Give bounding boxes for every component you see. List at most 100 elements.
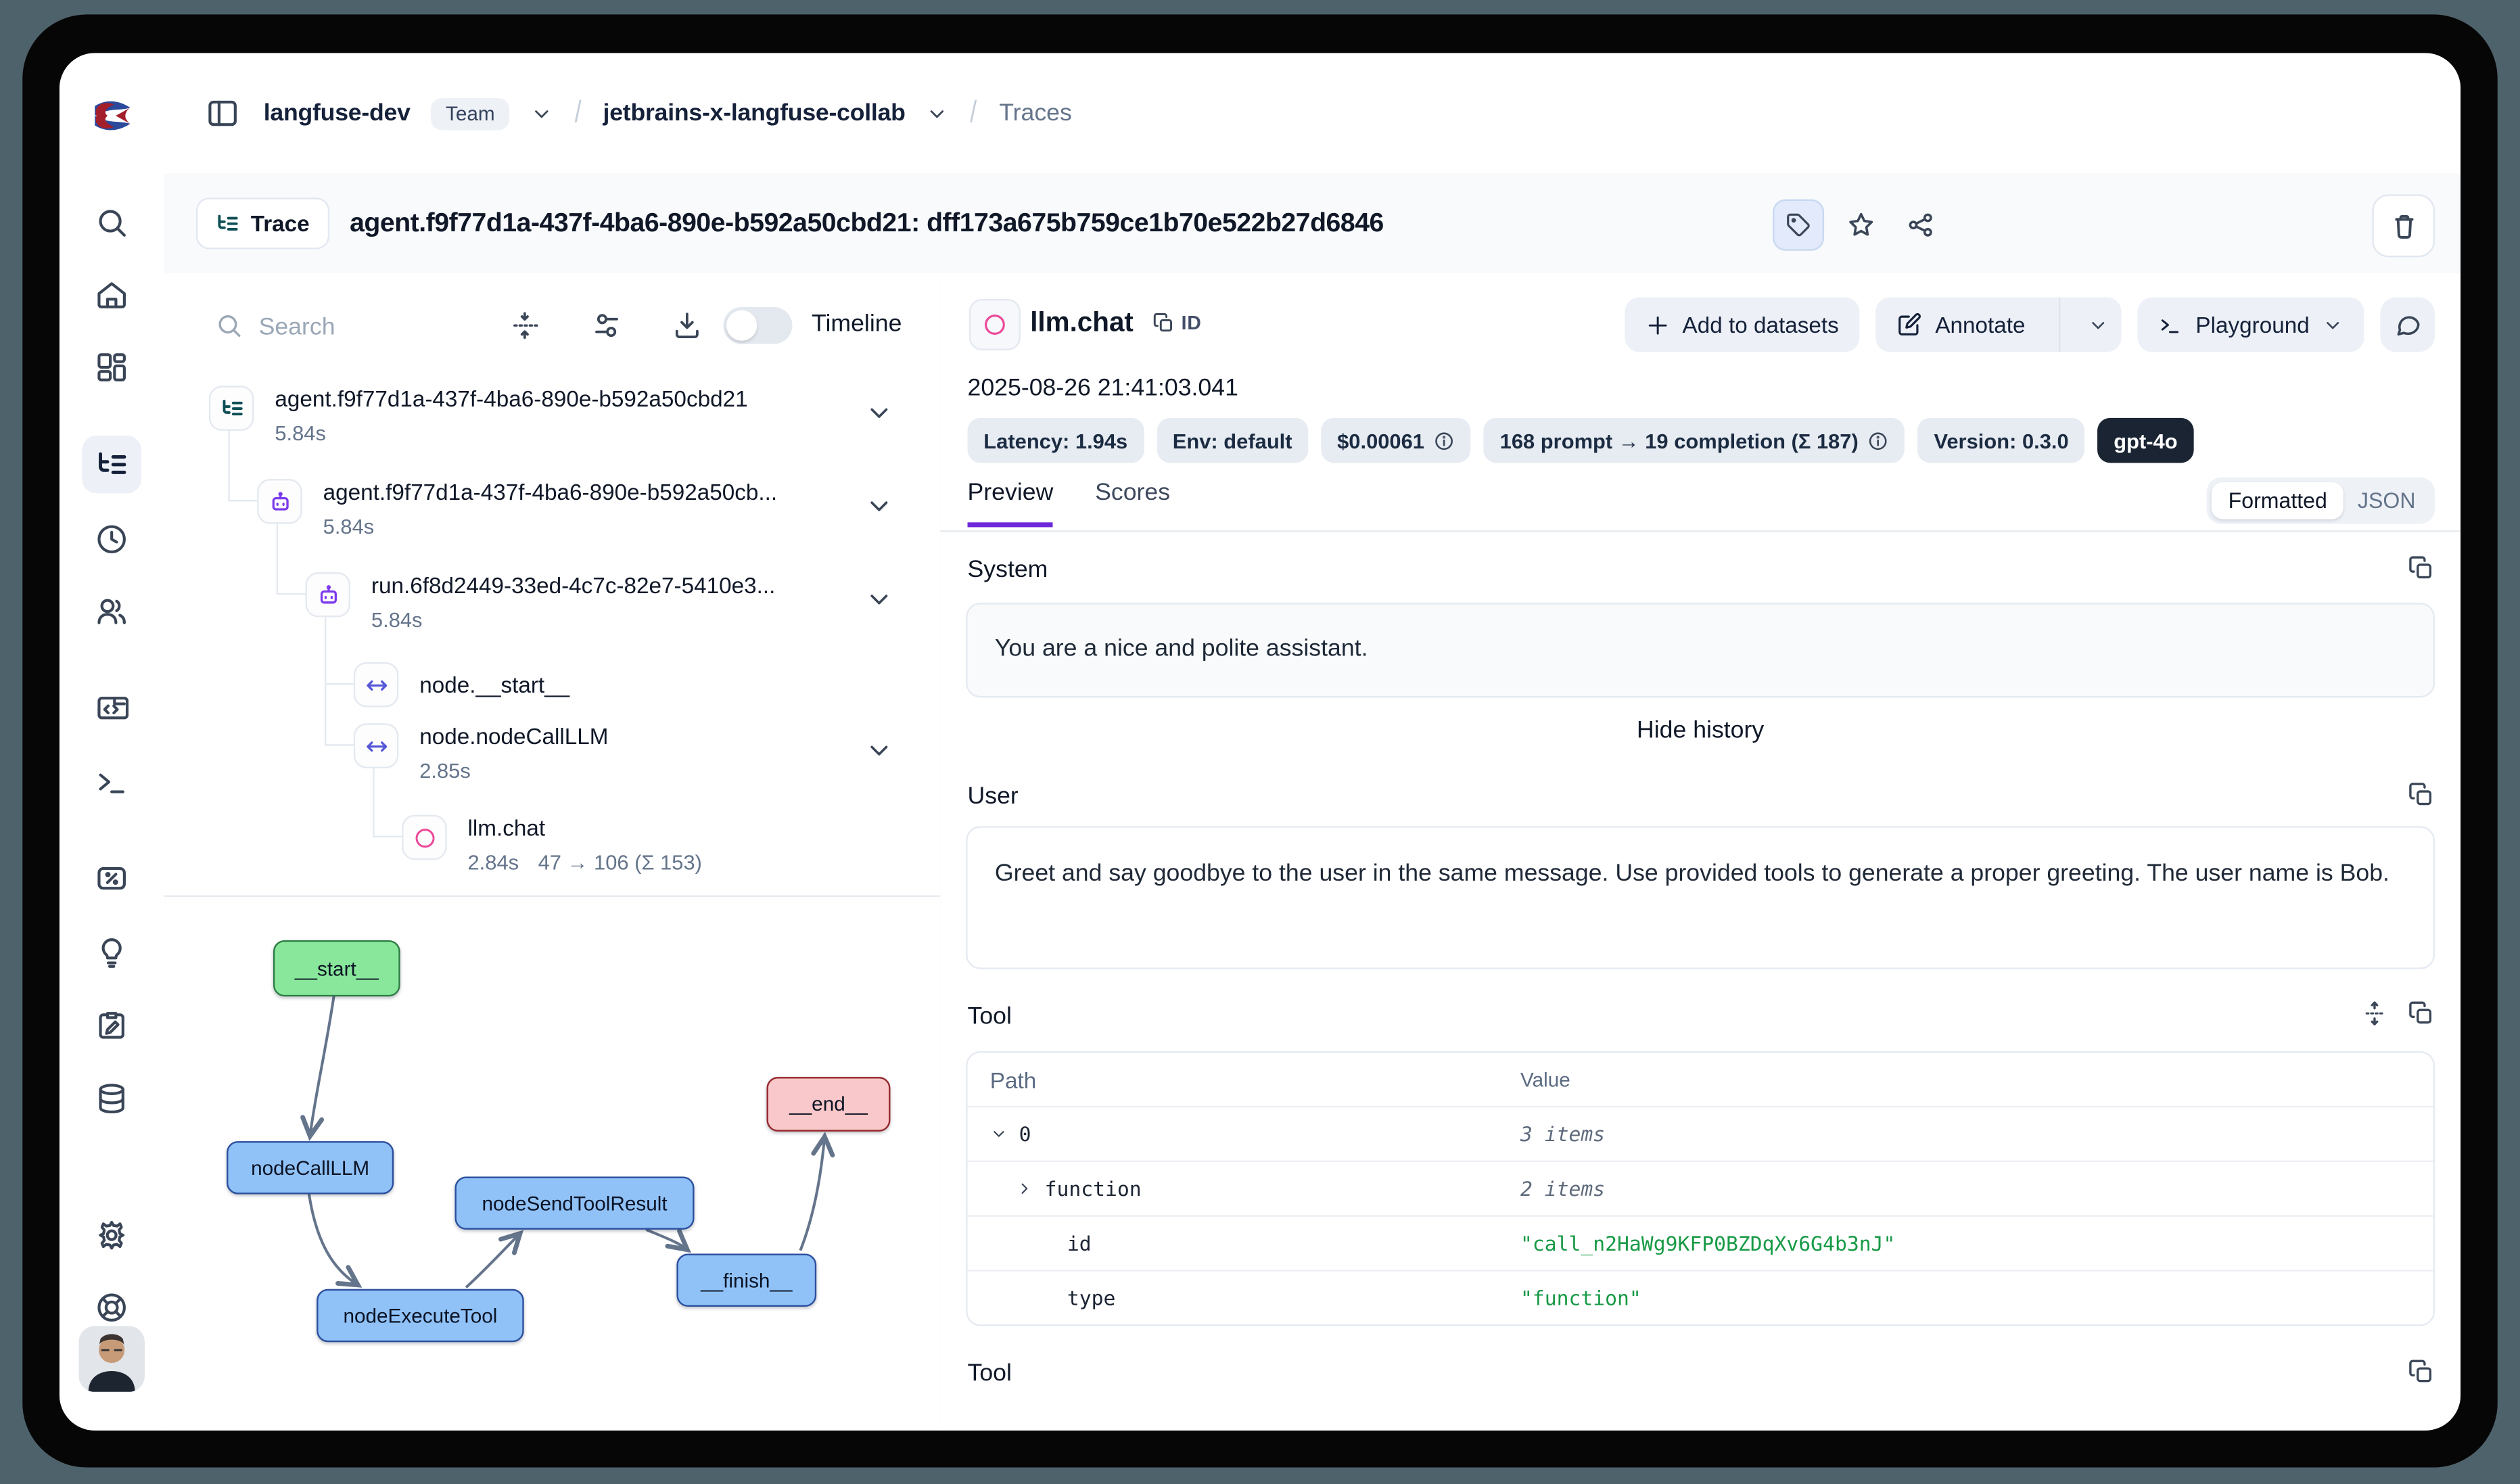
agent-bot-icon bbox=[305, 572, 350, 618]
share-button[interactable] bbox=[1898, 202, 1943, 248]
trace-tree-icon bbox=[215, 211, 239, 235]
tab-preview[interactable]: Preview bbox=[968, 479, 1054, 527]
system-section-heading: System bbox=[968, 556, 1048, 583]
sidebar-item-prompts[interactable] bbox=[82, 678, 141, 737]
table-header-row: Path Value bbox=[968, 1052, 2433, 1105]
breadcrumb-project[interactable]: jetbrains-x-langfuse-collab bbox=[603, 99, 906, 126]
trace-title-bar: Trace agent.f9f77d1a-437f-4ba6-890e-b592… bbox=[164, 174, 2460, 275]
json-key: function bbox=[1045, 1176, 1142, 1201]
download-icon[interactable] bbox=[672, 310, 702, 341]
graph-node-finish[interactable]: __finish__ bbox=[676, 1254, 816, 1307]
tree-node-expander-chevron-icon[interactable] bbox=[864, 736, 893, 765]
graph-node-sendtoolresult[interactable]: nodeSendToolResult bbox=[454, 1176, 694, 1229]
tag-button[interactable] bbox=[1773, 200, 1824, 251]
split-divider bbox=[2059, 298, 2060, 352]
info-icon bbox=[1868, 430, 1889, 451]
star-bookmark-button[interactable] bbox=[1838, 202, 1884, 248]
table-row[interactable]: id "call_n2HaWg9KFP0BZDqXv6G4b3nJ" bbox=[968, 1215, 2433, 1270]
tree-node-expander-chevron-icon[interactable] bbox=[864, 585, 893, 614]
sidebar-item-dashboards[interactable] bbox=[82, 338, 141, 396]
chevron-right-icon[interactable] bbox=[1016, 1180, 1033, 1197]
format-formatted-option[interactable]: Formatted bbox=[2212, 482, 2343, 519]
sidebar-item-annotation[interactable] bbox=[82, 995, 141, 1053]
info-icon bbox=[1434, 430, 1455, 451]
comment-bubble-icon bbox=[2393, 310, 2422, 340]
tree-node-callllm[interactable]: node.nodeCallLLM2.85s bbox=[354, 723, 609, 783]
tree-node-run[interactable]: run.6f8d2449-33ed-4c7c-82e7-5410e3...5.8… bbox=[305, 572, 775, 632]
timeline-toggle[interactable] bbox=[723, 307, 792, 344]
token-usage-badge[interactable]: 168 prompt → 19 completion (Σ 187) bbox=[1484, 418, 1905, 463]
table-row[interactable]: type "function" bbox=[968, 1270, 2433, 1324]
breadcrumb-page[interactable]: Traces bbox=[999, 99, 1072, 126]
tree-node-expander-chevron-icon[interactable] bbox=[864, 492, 893, 521]
tree-node-expander-chevron-icon[interactable] bbox=[864, 398, 893, 427]
json-value: "function" bbox=[1520, 1286, 1641, 1310]
sidebar-item-home[interactable] bbox=[82, 265, 141, 323]
comments-button[interactable] bbox=[2380, 298, 2435, 352]
graph-node-end[interactable]: __end__ bbox=[766, 1077, 890, 1132]
sidebar-item-users[interactable] bbox=[82, 582, 141, 640]
playground-label: Playground bbox=[2195, 312, 2309, 338]
model-badge[interactable]: gpt-4o bbox=[2097, 418, 2193, 463]
playground-button[interactable]: Playground bbox=[2138, 298, 2364, 352]
sidebar-item-sessions[interactable] bbox=[82, 509, 141, 567]
hide-history-link[interactable]: Hide history bbox=[940, 717, 2460, 744]
observation-timestamp: 2025-08-26 21:41:03.041 bbox=[968, 375, 1238, 402]
collapse-all-icon[interactable] bbox=[509, 310, 540, 341]
sidebar-item-scores[interactable] bbox=[82, 849, 141, 907]
tree-node-duration: 2.84s bbox=[468, 850, 519, 875]
graph-node-callllm[interactable]: nodeCallLLM bbox=[227, 1141, 394, 1194]
user-section-heading: User bbox=[968, 783, 1019, 810]
search-input[interactable] bbox=[256, 302, 487, 350]
system-message-text: You are a nice and polite assistant. bbox=[995, 635, 1368, 662]
table-row[interactable]: 0 3 items bbox=[968, 1106, 2433, 1161]
copy-icon[interactable] bbox=[2408, 1000, 2435, 1027]
annotate-dropdown-button[interactable] bbox=[2074, 298, 2122, 352]
sidebar-item-playground[interactable] bbox=[82, 752, 141, 810]
user-avatar[interactable] bbox=[78, 1326, 144, 1391]
tree-node-duration: 5.84s bbox=[323, 514, 375, 538]
detail-actions: Add to datasets Annotate Playground bbox=[1625, 298, 2435, 352]
add-to-datasets-button[interactable]: Add to datasets bbox=[1625, 298, 1860, 352]
latency-badge: Latency: 1.94s bbox=[968, 418, 1144, 463]
json-value: 2 items bbox=[1520, 1176, 1605, 1201]
graph-node-label: nodeSendToolResult bbox=[482, 1192, 667, 1214]
table-row[interactable]: function 2 items bbox=[968, 1161, 2433, 1215]
view-settings-icon[interactable] bbox=[591, 310, 622, 341]
tree-node-agent[interactable]: agent.f9f77d1a-437f-4ba6-890e-b592a50cb.… bbox=[257, 479, 777, 538]
sidebar-toggle-button[interactable] bbox=[201, 93, 243, 135]
chevron-down-icon[interactable] bbox=[990, 1125, 1008, 1142]
copy-icon[interactable] bbox=[2408, 1358, 2435, 1385]
delete-trace-button[interactable] bbox=[2372, 195, 2435, 258]
tab-scores[interactable]: Scores bbox=[1095, 479, 1170, 527]
add-to-datasets-label: Add to datasets bbox=[1683, 312, 1839, 338]
tree-node-trace[interactable]: agent.f9f77d1a-437f-4ba6-890e-b592a50cbd… bbox=[209, 386, 748, 445]
observation-tree-panel: Timeline agent.f9f77d1a-437f-4ba6-890e-b… bbox=[164, 273, 941, 1431]
sidebar-item-evaluators[interactable] bbox=[82, 923, 141, 981]
langfuse-knot-logo-icon bbox=[89, 95, 137, 137]
copy-icon[interactable] bbox=[2408, 555, 2435, 582]
tree-node-llm-chat[interactable]: llm.chat2.84s47 → 106 (Σ 153) bbox=[402, 815, 702, 875]
graph-node-start[interactable]: __start__ bbox=[273, 940, 400, 996]
copy-icon[interactable] bbox=[1152, 312, 1175, 334]
trace-type-badge: Trace bbox=[196, 198, 329, 249]
project-chevron-down-icon[interactable] bbox=[927, 102, 949, 124]
observation-detail-panel: llm.chat ID Add to datasets Annotate bbox=[940, 273, 2460, 1431]
org-chevron-down-icon[interactable] bbox=[530, 102, 553, 124]
cost-badge[interactable]: $0.00061 bbox=[1321, 418, 1471, 463]
tree-node-duration: 5.84s bbox=[275, 421, 326, 446]
breadcrumb-org[interactable]: langfuse-dev bbox=[264, 99, 411, 126]
sidebar-item-datasets[interactable] bbox=[82, 1069, 141, 1127]
json-value: 3 items bbox=[1520, 1122, 1605, 1146]
copy-icon[interactable] bbox=[2408, 781, 2435, 808]
sidebar-item-tracing[interactable] bbox=[82, 436, 141, 494]
sidebar-item-search[interactable] bbox=[82, 193, 141, 251]
expand-rows-icon[interactable] bbox=[2361, 1000, 2388, 1027]
annotate-button[interactable]: Annotate bbox=[1875, 298, 2046, 352]
path-column-header: Path bbox=[968, 1067, 1037, 1092]
tree-node-start[interactable]: node.__start__ bbox=[354, 662, 569, 708]
observation-id-control[interactable]: ID bbox=[1152, 312, 1202, 334]
sidebar-item-settings[interactable] bbox=[82, 1205, 141, 1263]
format-json-option[interactable]: JSON bbox=[2343, 482, 2430, 519]
graph-node-executetool[interactable]: nodeExecuteTool bbox=[317, 1289, 524, 1342]
